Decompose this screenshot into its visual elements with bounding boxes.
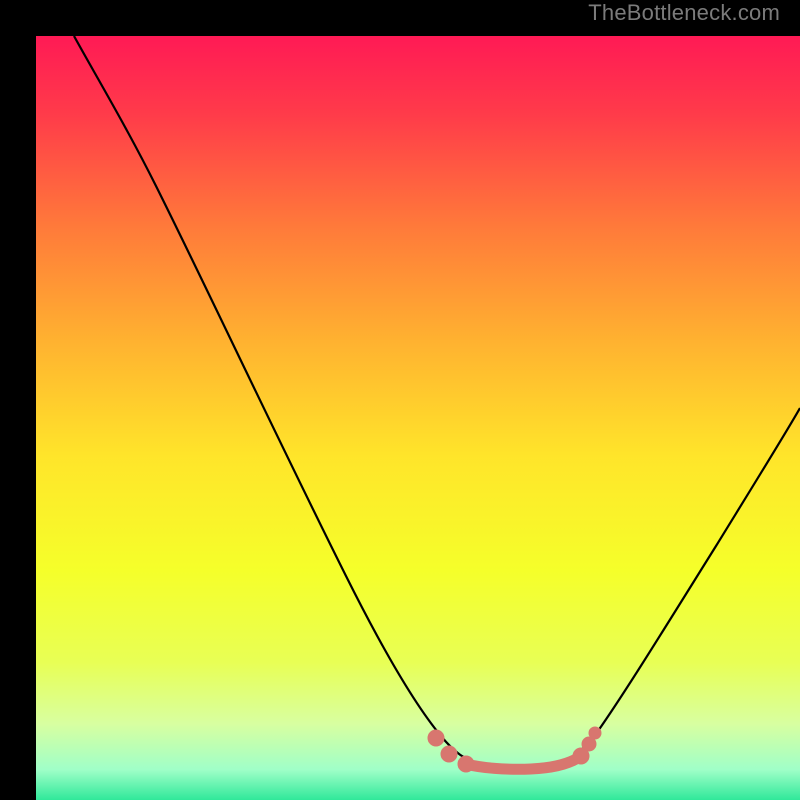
- watermark-text: TheBottleneck.com: [588, 0, 780, 26]
- bottleneck-chart: [36, 36, 800, 800]
- gradient-background: [36, 36, 800, 800]
- chart-frame: [18, 18, 782, 782]
